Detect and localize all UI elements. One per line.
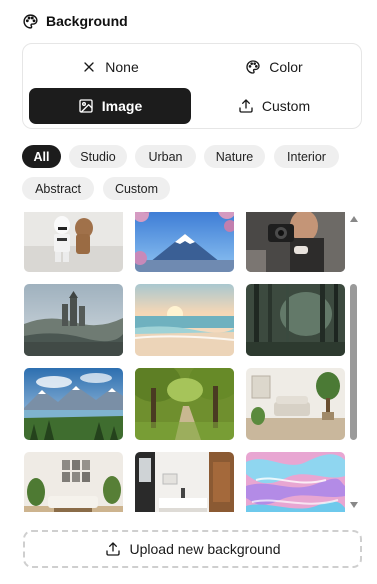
palette-icon <box>246 60 260 74</box>
category-chip-abstract[interactable]: Abstract <box>22 177 94 200</box>
palette-icon <box>23 13 38 29</box>
background-gallery <box>24 212 346 512</box>
thumb-modern-kitchen[interactable] <box>135 452 234 512</box>
category-chip-urban[interactable]: Urban <box>135 145 196 168</box>
close-icon <box>84 62 94 72</box>
panel-header: Background <box>22 12 128 30</box>
thumb-pink-blue-fluid-art[interactable] <box>246 452 345 512</box>
mode-custom-button[interactable]: Custom <box>193 88 355 124</box>
thumb-mountain-lake-valley[interactable] <box>24 368 123 440</box>
image-icon <box>79 99 93 113</box>
thumb-misty-forest[interactable] <box>246 284 345 356</box>
upload-icon <box>239 99 253 113</box>
thumb-beach-sunset[interactable] <box>135 284 234 356</box>
mode-color-label: Color <box>269 59 303 75</box>
category-chip-studio[interactable]: Studio <box>69 145 127 168</box>
category-chip-interior[interactable]: Interior <box>274 145 339 168</box>
scroll-down-arrow-icon[interactable] <box>350 502 358 508</box>
mode-image-button[interactable]: Image <box>29 88 191 124</box>
upload-label: Upload new background <box>129 541 281 557</box>
gallery-scrollbar[interactable] <box>349 214 359 512</box>
mode-color-button[interactable]: Color <box>193 49 355 85</box>
thumb-stormtrooper-toy[interactable] <box>24 212 123 272</box>
thumb-mount-fuji-blossoms[interactable] <box>135 212 234 272</box>
thumb-person-with-camera[interactable] <box>246 212 345 272</box>
background-mode-selector: None Color Image Custom <box>22 43 362 129</box>
mode-image-label: Image <box>101 98 143 114</box>
scroll-up-arrow-icon[interactable] <box>350 216 358 222</box>
thumb-tree-lined-path[interactable] <box>135 368 234 440</box>
category-chip-nature[interactable]: Nature <box>204 145 265 168</box>
mode-none-label: None <box>105 59 139 75</box>
upload-background-button[interactable]: Upload new background <box>23 530 362 568</box>
mode-none-button[interactable]: None <box>29 49 191 85</box>
category-chip-custom[interactable]: Custom <box>103 177 170 200</box>
thumb-living-room-plants[interactable] <box>246 368 345 440</box>
thumb-modern-living-room[interactable] <box>24 452 123 512</box>
thumb-misty-castle[interactable] <box>24 284 123 356</box>
scroll-thumb[interactable] <box>350 284 357 440</box>
upload-icon <box>105 542 120 556</box>
category-chip-all[interactable]: All <box>22 145 61 168</box>
panel-title: Background <box>46 13 128 29</box>
mode-custom-label: Custom <box>261 98 311 114</box>
